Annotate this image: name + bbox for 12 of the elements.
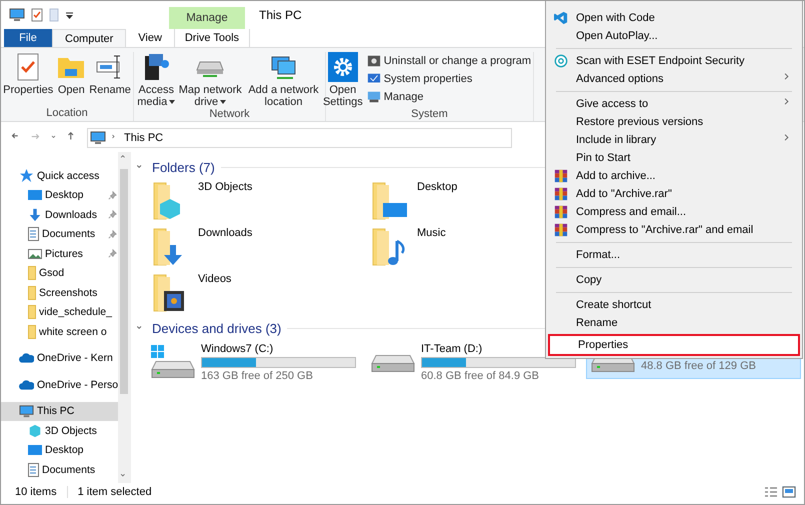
- selection-count: 1 item selected: [78, 486, 152, 498]
- free-space: 60.8 GB free of 84.9 GB: [421, 370, 540, 382]
- item-count: 10 items: [15, 486, 57, 498]
- group-label: System: [411, 108, 448, 122]
- window-title: This PC: [258, 7, 302, 24]
- group-label: Location: [46, 107, 88, 121]
- free-space: 48.8 GB free of 129 GB: [641, 360, 757, 372]
- drive-name: IT-Team (D:): [421, 343, 484, 355]
- group-label: Network: [209, 108, 250, 122]
- free-space: 163 GB free of 250 GB: [201, 370, 314, 382]
- contextual-tab-header: Manage: [169, 7, 245, 29]
- drive-name: Windows7 (C:): [201, 343, 274, 355]
